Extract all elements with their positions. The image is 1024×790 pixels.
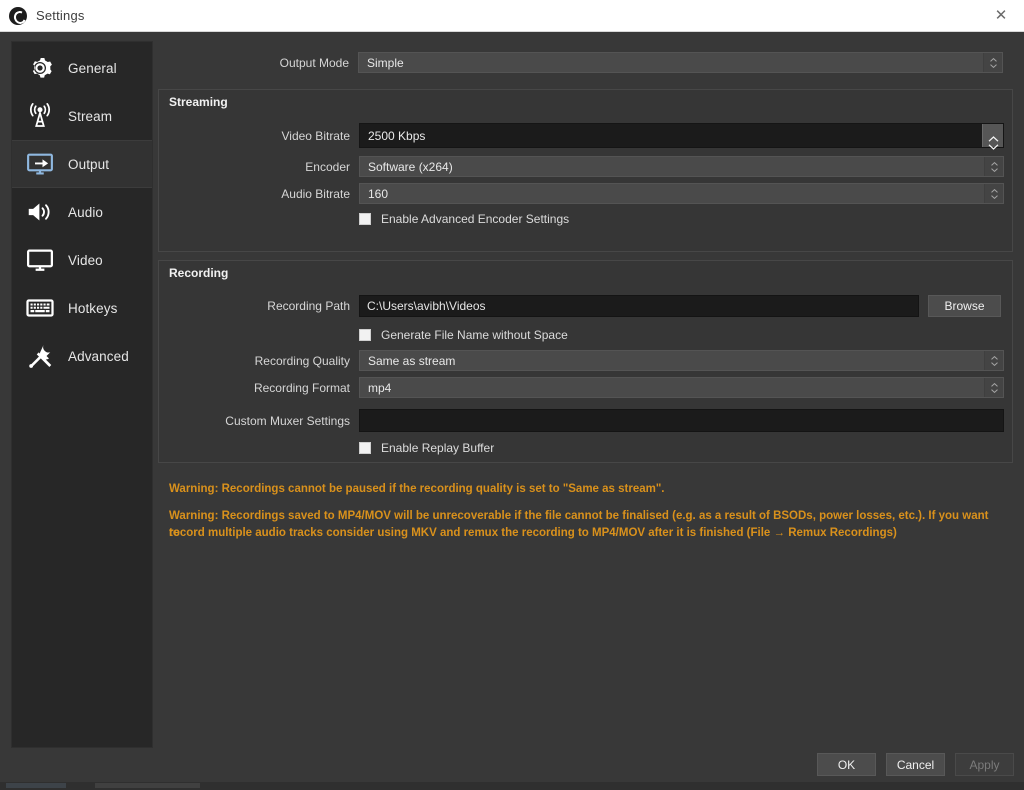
audio-bitrate-select[interactable]: 160 — [359, 183, 1004, 204]
recording-quality-row: Recording Quality Same as stream — [159, 350, 1004, 371]
recording-path-row: Recording Path C:\Users\avibh\Videos Bro… — [159, 295, 1007, 317]
chevron-updown-icon[interactable] — [984, 157, 1003, 176]
close-icon[interactable]: ✕ — [978, 0, 1024, 31]
output-mode-value: Simple — [359, 56, 983, 70]
sidebar-item-label: Audio — [68, 205, 103, 220]
dialog-buttons: OK Cancel Apply — [817, 753, 1014, 776]
recording-path-value: C:\Users\avibh\Videos — [360, 299, 486, 313]
advanced-encoder-checkbox[interactable] — [359, 213, 371, 225]
encoder-select[interactable]: Software (x264) — [359, 156, 1004, 177]
replay-buffer-label: Enable Replay Buffer — [381, 441, 494, 455]
chevron-updown-icon[interactable] — [984, 378, 1003, 397]
obs-logo-icon — [9, 7, 27, 25]
ok-button[interactable]: OK — [817, 753, 876, 776]
browse-button[interactable]: Browse — [928, 295, 1001, 317]
broadcast-icon — [25, 101, 55, 131]
audio-bitrate-row: Audio Bitrate 160 — [159, 183, 1004, 204]
title-bar: Settings ✕ — [0, 0, 1024, 32]
recording-quality-select[interactable]: Same as stream — [359, 350, 1004, 371]
background-window-strip — [0, 782, 1024, 790]
recording-format-row: Recording Format mp4 — [159, 377, 1004, 398]
sidebar-item-label: General — [68, 61, 117, 76]
keyboard-icon — [25, 293, 55, 323]
sidebar-item-audio[interactable]: Audio — [12, 188, 152, 236]
custom-muxer-input[interactable] — [359, 409, 1004, 432]
replay-buffer-checkbox[interactable] — [359, 442, 371, 454]
encoder-value: Software (x264) — [360, 160, 984, 174]
sidebar-item-label: Hotkeys — [68, 301, 117, 316]
recording-path-input[interactable]: C:\Users\avibh\Videos — [359, 295, 919, 317]
video-bitrate-label: Video Bitrate — [159, 129, 359, 143]
cancel-button[interactable]: Cancel — [886, 753, 945, 776]
audio-bitrate-value: 160 — [360, 187, 984, 201]
apply-button[interactable]: Apply — [955, 753, 1014, 776]
sidebar-item-general[interactable]: General — [12, 44, 152, 92]
sidebar-item-stream[interactable]: Stream — [12, 92, 152, 140]
settings-content: Output Mode Simple Streaming Video Bitra… — [158, 41, 1014, 741]
sidebar-item-advanced[interactable]: Advanced — [12, 332, 152, 380]
warning-pause-recording: Warning: Recordings cannot be paused if … — [169, 481, 999, 498]
output-monitor-icon — [25, 149, 55, 179]
sidebar-item-hotkeys[interactable]: Hotkeys — [12, 284, 152, 332]
custom-muxer-label: Custom Muxer Settings — [159, 414, 359, 428]
chevron-updown-icon[interactable] — [982, 124, 1003, 147]
advanced-encoder-label: Enable Advanced Encoder Settings — [381, 212, 569, 226]
chevron-updown-icon[interactable] — [984, 351, 1003, 370]
window-title: Settings — [36, 8, 85, 23]
encoder-label: Encoder — [159, 160, 359, 174]
generate-no-space-label: Generate File Name without Space — [381, 328, 568, 342]
recording-path-label: Recording Path — [159, 299, 359, 313]
chevron-updown-icon[interactable] — [984, 184, 1003, 203]
sidebar-item-label: Video — [68, 253, 103, 268]
video-bitrate-spinbox[interactable]: 2500 Kbps — [359, 123, 1004, 148]
video-bitrate-row: Video Bitrate 2500 Kbps — [159, 123, 1004, 148]
output-mode-row: Output Mode Simple — [158, 52, 1003, 73]
recording-format-label: Recording Format — [159, 381, 359, 395]
settings-sidebar: General Stream Output — [11, 41, 153, 748]
advanced-encoder-checkbox-row[interactable]: Enable Advanced Encoder Settings — [359, 212, 569, 226]
sidebar-item-video[interactable]: Video — [12, 236, 152, 284]
recording-quality-value: Same as stream — [360, 354, 984, 368]
streaming-group-title: Streaming — [169, 95, 228, 109]
chevron-updown-icon[interactable] — [983, 53, 1002, 72]
background-artifact-left — [6, 783, 66, 788]
monitor-icon — [25, 245, 55, 275]
sidebar-item-label: Stream — [68, 109, 112, 124]
generate-no-space-checkbox-row[interactable]: Generate File Name without Space — [359, 328, 568, 342]
recording-group: Recording Recording Path C:\Users\avibh\… — [158, 260, 1013, 463]
warning-mp4-unrecoverable-line2: record multiple audio tracks consider us… — [169, 525, 999, 542]
audio-bitrate-label: Audio Bitrate — [159, 187, 359, 201]
settings-window: Settings ✕ General Stream — [0, 0, 1024, 790]
custom-muxer-row: Custom Muxer Settings — [159, 409, 1004, 432]
generate-no-space-checkbox[interactable] — [359, 329, 371, 341]
recording-quality-label: Recording Quality — [159, 354, 359, 368]
background-artifact-right — [95, 783, 200, 788]
gear-icon — [25, 53, 55, 83]
recording-format-select[interactable]: mp4 — [359, 377, 1004, 398]
sidebar-item-output[interactable]: Output — [12, 140, 152, 188]
output-mode-label: Output Mode — [158, 56, 358, 70]
encoder-row: Encoder Software (x264) — [159, 156, 1004, 177]
sidebar-item-label: Output — [68, 157, 109, 172]
sidebar-item-label: Advanced — [68, 349, 129, 364]
output-mode-select[interactable]: Simple — [358, 52, 1003, 73]
speaker-icon — [25, 197, 55, 227]
recording-group-title: Recording — [169, 266, 228, 280]
recording-format-value: mp4 — [360, 381, 984, 395]
tools-icon — [25, 341, 55, 371]
video-bitrate-value: 2500 Kbps — [360, 129, 982, 143]
streaming-group: Streaming Video Bitrate 2500 Kbps Encode… — [158, 89, 1013, 252]
replay-buffer-checkbox-row[interactable]: Enable Replay Buffer — [359, 441, 494, 455]
